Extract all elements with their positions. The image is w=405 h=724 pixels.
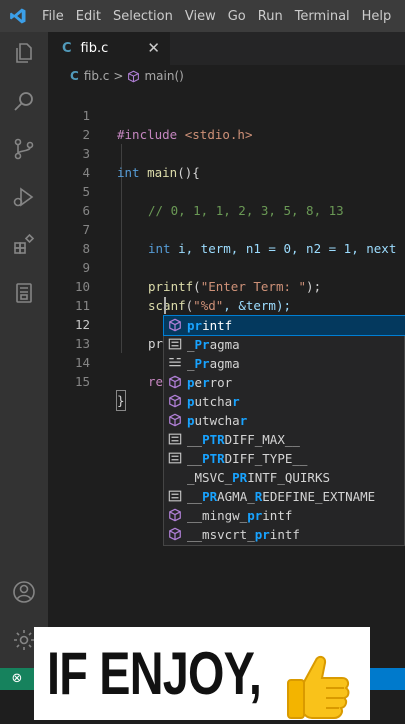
menu-help[interactable]: Help (356, 9, 398, 24)
method-cube-icon (168, 394, 182, 408)
snippet-icon (168, 489, 182, 503)
c-language-icon: C (62, 41, 72, 56)
tab-label: fib.c (80, 41, 109, 56)
code-line: 4 (82, 165, 90, 180)
editor-tabs: C fib.c ✕ (48, 32, 405, 65)
close-icon[interactable]: ✕ (147, 39, 160, 57)
menu-run[interactable]: Run (252, 9, 289, 24)
snippet-icon (168, 451, 182, 465)
code-line: 5 // 0, 1, 1, 2, 3, 5, 8, 13 (82, 184, 344, 218)
menu-go[interactable]: Go (222, 9, 252, 24)
code-line: 9 printf("Enter Term: "); (82, 260, 322, 294)
cube-symbol-icon (127, 70, 140, 83)
remote-explorer-icon[interactable] (12, 281, 36, 305)
code-line-active: 12 pr (74, 317, 164, 351)
remote-indicator-icon[interactable]: ⊗ (0, 668, 34, 690)
menu-selection[interactable]: Selection (107, 9, 179, 24)
activity-bar (0, 32, 48, 668)
accounts-icon[interactable] (12, 580, 36, 604)
tab-fib-c[interactable]: C fib.c ✕ (48, 32, 170, 65)
code-line: 7 int i, term, n1 = 0, n2 = 1, next (82, 222, 397, 256)
suggestion-msvc-printf-quirks[interactable]: _MSVC_PRINTF_QUIRKS (164, 468, 405, 487)
suggestion-mingw-printf[interactable]: __mingw_printf (164, 506, 405, 525)
code-line: 2 (82, 127, 90, 142)
method-cube-icon (168, 527, 182, 541)
snippet-icon (168, 337, 182, 351)
thumbs-up-icon (282, 652, 352, 720)
extensions-icon[interactable] (12, 233, 36, 257)
suggestion-ptrdiff-max[interactable]: __PTRDIFF_MAX__ (164, 430, 405, 449)
suggestion-pragma-redefine-extname[interactable]: __PRAGMA_REDEFINE_EXTNAME (164, 487, 405, 506)
breadcrumb-separator: > (113, 69, 124, 83)
menu-view[interactable]: View (179, 9, 222, 24)
suggestion-putchar[interactable]: putchar (164, 392, 405, 411)
code-line: 10 scanf("%d", &term); (74, 279, 292, 313)
explorer-icon[interactable] (12, 41, 36, 65)
vscode-logo-icon (0, 7, 36, 25)
search-icon[interactable] (12, 89, 36, 113)
code-line: 6 (82, 203, 90, 218)
method-cube-icon (168, 375, 182, 389)
code-line: 1 #include <stdio.h> (82, 108, 253, 142)
manage-gear-icon[interactable] (12, 628, 36, 652)
suggestion-perror[interactable]: ppeerror (164, 373, 405, 392)
run-debug-icon[interactable] (12, 185, 36, 209)
suggestion-pragma-keyword[interactable]: _Pragma (164, 354, 405, 373)
suggestion-printf[interactable]: printf (163, 315, 405, 336)
method-cube-icon (168, 508, 182, 522)
method-cube-icon (168, 318, 182, 332)
breadcrumb: C fib.c > main() (48, 65, 405, 87)
breadcrumb-symbol[interactable]: main() (144, 69, 183, 83)
menu-file[interactable]: File (36, 9, 70, 24)
text-cursor (164, 297, 166, 314)
suggestion-ptrdiff-type[interactable]: __PTRDIFF_TYPE__ (164, 449, 405, 468)
c-language-icon: C (70, 69, 79, 83)
code-line: 8 (82, 241, 90, 256)
autocomplete-list[interactable]: printf _Pragma _Pragma ppeerror putchar … (163, 315, 405, 546)
menu-bar: File Edit Selection View Go Run Terminal… (0, 0, 405, 32)
breadcrumb-file[interactable]: fib.c (84, 69, 110, 83)
keyword-icon (168, 356, 182, 370)
method-cube-icon (168, 413, 182, 427)
suggestion-msvcrt-printf[interactable]: __msvcrt_printf (164, 525, 405, 544)
menu-edit[interactable]: Edit (70, 9, 107, 24)
suggestion-putwchar[interactable]: putwchar (164, 411, 405, 430)
banner-text: IF ENJOY, (47, 640, 262, 707)
menu-terminal[interactable]: Terminal (289, 9, 356, 24)
suggestion-pragma-snippet[interactable]: _Pragma (164, 335, 405, 354)
source-control-icon[interactable] (12, 137, 36, 161)
snippet-icon (168, 432, 182, 446)
code-line: 11 (74, 298, 90, 313)
code-line: 3 int main(){ (82, 146, 200, 180)
